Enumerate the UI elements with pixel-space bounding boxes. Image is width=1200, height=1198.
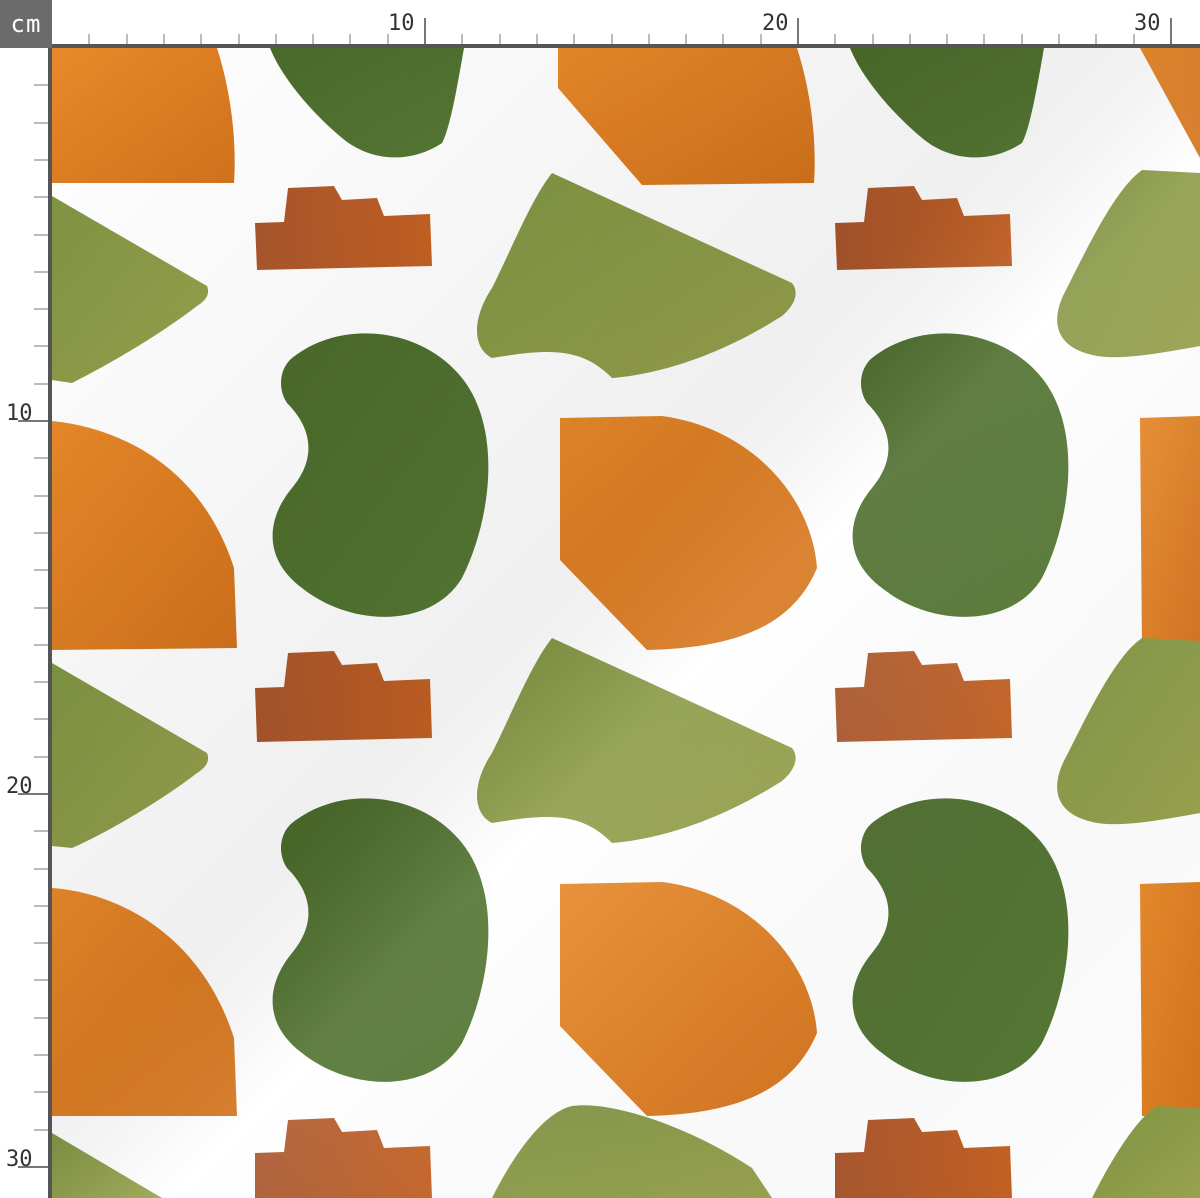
unit-label: cm — [0, 0, 52, 48]
left-ruler: 10 20 30 — [0, 48, 52, 1198]
top-ruler: 10 20 30 — [52, 0, 1200, 48]
top-ruler-label-10: 10 — [388, 11, 415, 36]
top-ruler-label-20: 20 — [762, 11, 789, 36]
fabric-swatch — [52, 48, 1200, 1198]
fabric-fold-shading — [52, 48, 1200, 1198]
top-ruler-label-30: 30 — [1134, 11, 1161, 36]
top-ruler-ticks — [88, 18, 1172, 44]
left-ruler-label-30: 30 — [6, 1147, 33, 1172]
left-ruler-label-20: 20 — [6, 774, 33, 799]
left-ruler-ticks — [18, 84, 48, 1168]
left-ruler-label-10: 10 — [6, 401, 33, 426]
